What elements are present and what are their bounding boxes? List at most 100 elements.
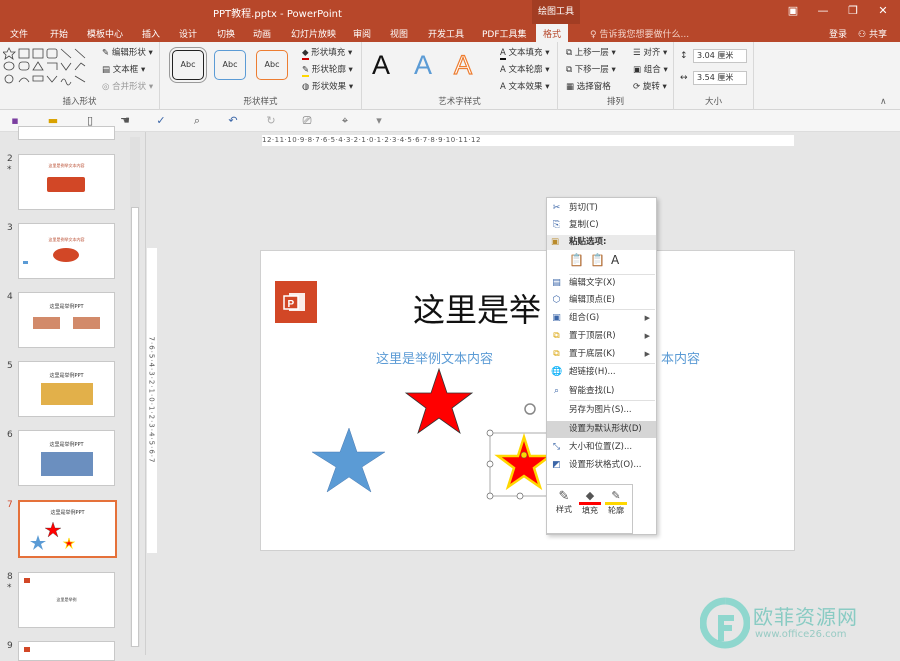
text-box-button[interactable]: ▤ 文本框 ▾	[102, 63, 145, 75]
menu-item-cut[interactable]: ✂ 剪切(T)	[547, 200, 656, 217]
presenter-icon[interactable]: ⌖	[338, 114, 352, 127]
slide-thumbnail-2[interactable]: 这里是例举文本内容	[18, 154, 115, 210]
menu-item-save-as-picture[interactable]: 另存为图片(S)...	[547, 402, 656, 419]
text-effects-button[interactable]: A 文本效果 ▾	[500, 80, 550, 92]
paste-keep-source-icon[interactable]: 📋	[569, 253, 584, 269]
paste-text-only-icon[interactable]: A	[611, 253, 625, 269]
shape-style-blue[interactable]: Abc	[214, 50, 246, 80]
mini-fill-button[interactable]: ◆ 填充	[579, 489, 601, 516]
slideshow-start-icon[interactable]: ⎚	[300, 114, 314, 127]
tab-developer[interactable]: 开发工具	[428, 27, 464, 40]
menu-item-group[interactable]: ▣ 组合(G) ▶	[547, 310, 656, 327]
slide-thumbnail-4[interactable]: 这里是举例PPT	[18, 292, 115, 348]
text-fill-button[interactable]: A 文本填充 ▾	[500, 46, 550, 60]
thumb-image	[41, 452, 93, 476]
site-watermark: 欧菲资源网 www.office26.com	[695, 595, 900, 655]
paste-picture-icon[interactable]: 📋	[590, 253, 605, 269]
slide-thumbnail-3[interactable]: 这里是例举文本内容	[18, 223, 115, 279]
tab-transitions[interactable]: 切换	[217, 27, 235, 40]
menu-separator	[569, 400, 655, 401]
slide-number: 4	[7, 292, 13, 302]
thumb-logo	[47, 177, 85, 192]
tab-pdf-tools[interactable]: PDF工具集	[482, 27, 527, 40]
touch-mode-icon[interactable]: ☚	[118, 114, 132, 127]
menu-item-send-to-back[interactable]: ⧉ 置于底层(K) ▶	[547, 346, 656, 363]
ribbon-display-icon[interactable]: ▣	[778, 0, 808, 24]
text-box-label: 文本框	[112, 65, 139, 75]
menu-item-format-shape[interactable]: ◩ 设置形状格式(O)...	[547, 457, 656, 474]
tab-slideshow[interactable]: 幻灯片放映	[291, 27, 336, 40]
shape-outline-button[interactable]: ✎ 形状轮廓 ▾	[302, 63, 353, 77]
share-button[interactable]: ⚇ 共享	[858, 27, 887, 40]
mini-outline-button[interactable]: ✎ 轮廓	[605, 489, 627, 516]
slide-thumbnail-6[interactable]: 这里是举例PPT	[18, 430, 115, 486]
thumbnail-scrollbar[interactable]	[130, 137, 140, 647]
tab-file[interactable]: 文件	[10, 27, 28, 40]
thumb-title: 这里是举例PPT	[49, 373, 84, 379]
mini-style-button[interactable]: ✎ 样式	[553, 489, 575, 515]
slide-thumbnail-7[interactable]: 这里是举例PPT	[18, 500, 117, 558]
rotate-button[interactable]: ⟳ 旋转 ▾	[633, 80, 667, 92]
send-backward-button[interactable]: ⧉ 下移一层 ▾	[566, 63, 616, 75]
slide-thumbnail-9[interactable]	[18, 641, 115, 661]
selection-pane-button[interactable]: ▦ 选择窗格	[566, 80, 611, 92]
tab-insert[interactable]: 插入	[142, 27, 160, 40]
spelling-icon[interactable]: ✓	[154, 114, 168, 127]
wordart-style-orange[interactable]: A	[453, 49, 472, 81]
menu-item-size-position[interactable]: ⤡ 大小和位置(Z)...	[547, 439, 656, 456]
menu-label: 大小和位置(Z)...	[569, 442, 633, 452]
shape-style-orange[interactable]: Abc	[256, 50, 288, 80]
slide-thumbnail-1[interactable]	[18, 126, 115, 140]
thumb-stars	[30, 521, 76, 550]
undo-icon[interactable]: ↶	[226, 114, 240, 127]
wordart-style-blue[interactable]: A	[414, 50, 432, 81]
menu-item-edit-points[interactable]: ⬡ 编辑顶点(E)	[547, 292, 656, 309]
align-button[interactable]: ☰ 对齐 ▾	[633, 46, 667, 58]
tab-home[interactable]: 开始	[50, 27, 68, 40]
tab-animations[interactable]: 动画	[253, 27, 271, 40]
menu-label: 智能查找(L)	[569, 386, 615, 396]
wordart-style-black[interactable]: A	[372, 50, 390, 81]
text-effects-label: 文本效果	[508, 82, 543, 92]
shape-effects-button[interactable]: ◍ 形状效果 ▾	[302, 80, 353, 92]
print-preview-icon[interactable]: ⌕	[190, 114, 204, 127]
shape-gallery[interactable]	[3, 46, 97, 88]
edit-shape-button[interactable]: ✎ 编辑形状 ▾	[102, 46, 153, 58]
group-button[interactable]: ▣ 组合 ▾	[633, 63, 668, 75]
collapse-ribbon-icon[interactable]: ∧	[880, 97, 887, 107]
text-outline-button[interactable]: A 文本轮廓 ▾	[500, 63, 550, 75]
close-icon[interactable]: ✕	[868, 0, 898, 24]
style-brush-icon: ✎	[558, 489, 570, 504]
menu-item-edit-text[interactable]: ▤ 编辑文字(X)	[547, 275, 656, 292]
menu-item-set-default-shape[interactable]: 设置为默认形状(D)	[547, 421, 656, 438]
tab-design[interactable]: 设计	[179, 27, 197, 40]
thumb-logo	[24, 578, 30, 583]
tab-format[interactable]: 格式	[536, 24, 569, 42]
menu-item-bring-to-front[interactable]: ⧉ 置于顶层(R) ▶	[547, 328, 656, 345]
slide-thumbnail-8[interactable]: 这里是举例	[18, 572, 115, 628]
merge-shapes-button[interactable]: ◎ 合并形状 ▾	[102, 80, 153, 92]
menu-item-copy[interactable]: ⎘ 复制(C)	[547, 217, 656, 234]
slide-canvas[interactable]: P 这里是举 这里是举例文本内容 本内容	[260, 250, 795, 551]
effects-icon: ◍	[302, 82, 310, 92]
height-input[interactable]: 3.04 厘米	[693, 49, 747, 63]
restore-icon[interactable]: ❐	[838, 0, 868, 24]
watermark-url: www.office26.com	[755, 629, 847, 640]
tell-me-search[interactable]: ♀ 告诉我您想要做什么...	[590, 27, 689, 40]
tab-view[interactable]: 视图	[390, 27, 408, 40]
shape-style-dark[interactable]: Abc	[169, 47, 207, 83]
customize-qat-icon[interactable]: ▾	[372, 114, 386, 127]
width-input[interactable]: 3.54 厘米	[693, 71, 747, 85]
shape-fill-button[interactable]: ◆ 形状填充 ▾	[302, 46, 352, 60]
menu-item-hyperlink[interactable]: 🌐 超链接(H)...	[547, 364, 656, 381]
scrollbar-thumb[interactable]	[131, 207, 139, 647]
menu-item-smart-lookup[interactable]: ⌕ 智能查找(L)	[547, 383, 656, 400]
bring-forward-button[interactable]: ⧉ 上移一层 ▾	[566, 46, 616, 58]
tab-template-center[interactable]: 模板中心	[87, 27, 123, 40]
minimize-icon[interactable]: —	[808, 0, 838, 24]
login-link[interactable]: 登录	[829, 27, 847, 40]
context-tab-label: 绘图工具	[532, 0, 580, 24]
slide-thumbnail-5[interactable]: 这里是举例PPT	[18, 361, 115, 417]
tab-review[interactable]: 审阅	[353, 27, 371, 40]
redo-icon[interactable]: ↻	[264, 114, 278, 127]
